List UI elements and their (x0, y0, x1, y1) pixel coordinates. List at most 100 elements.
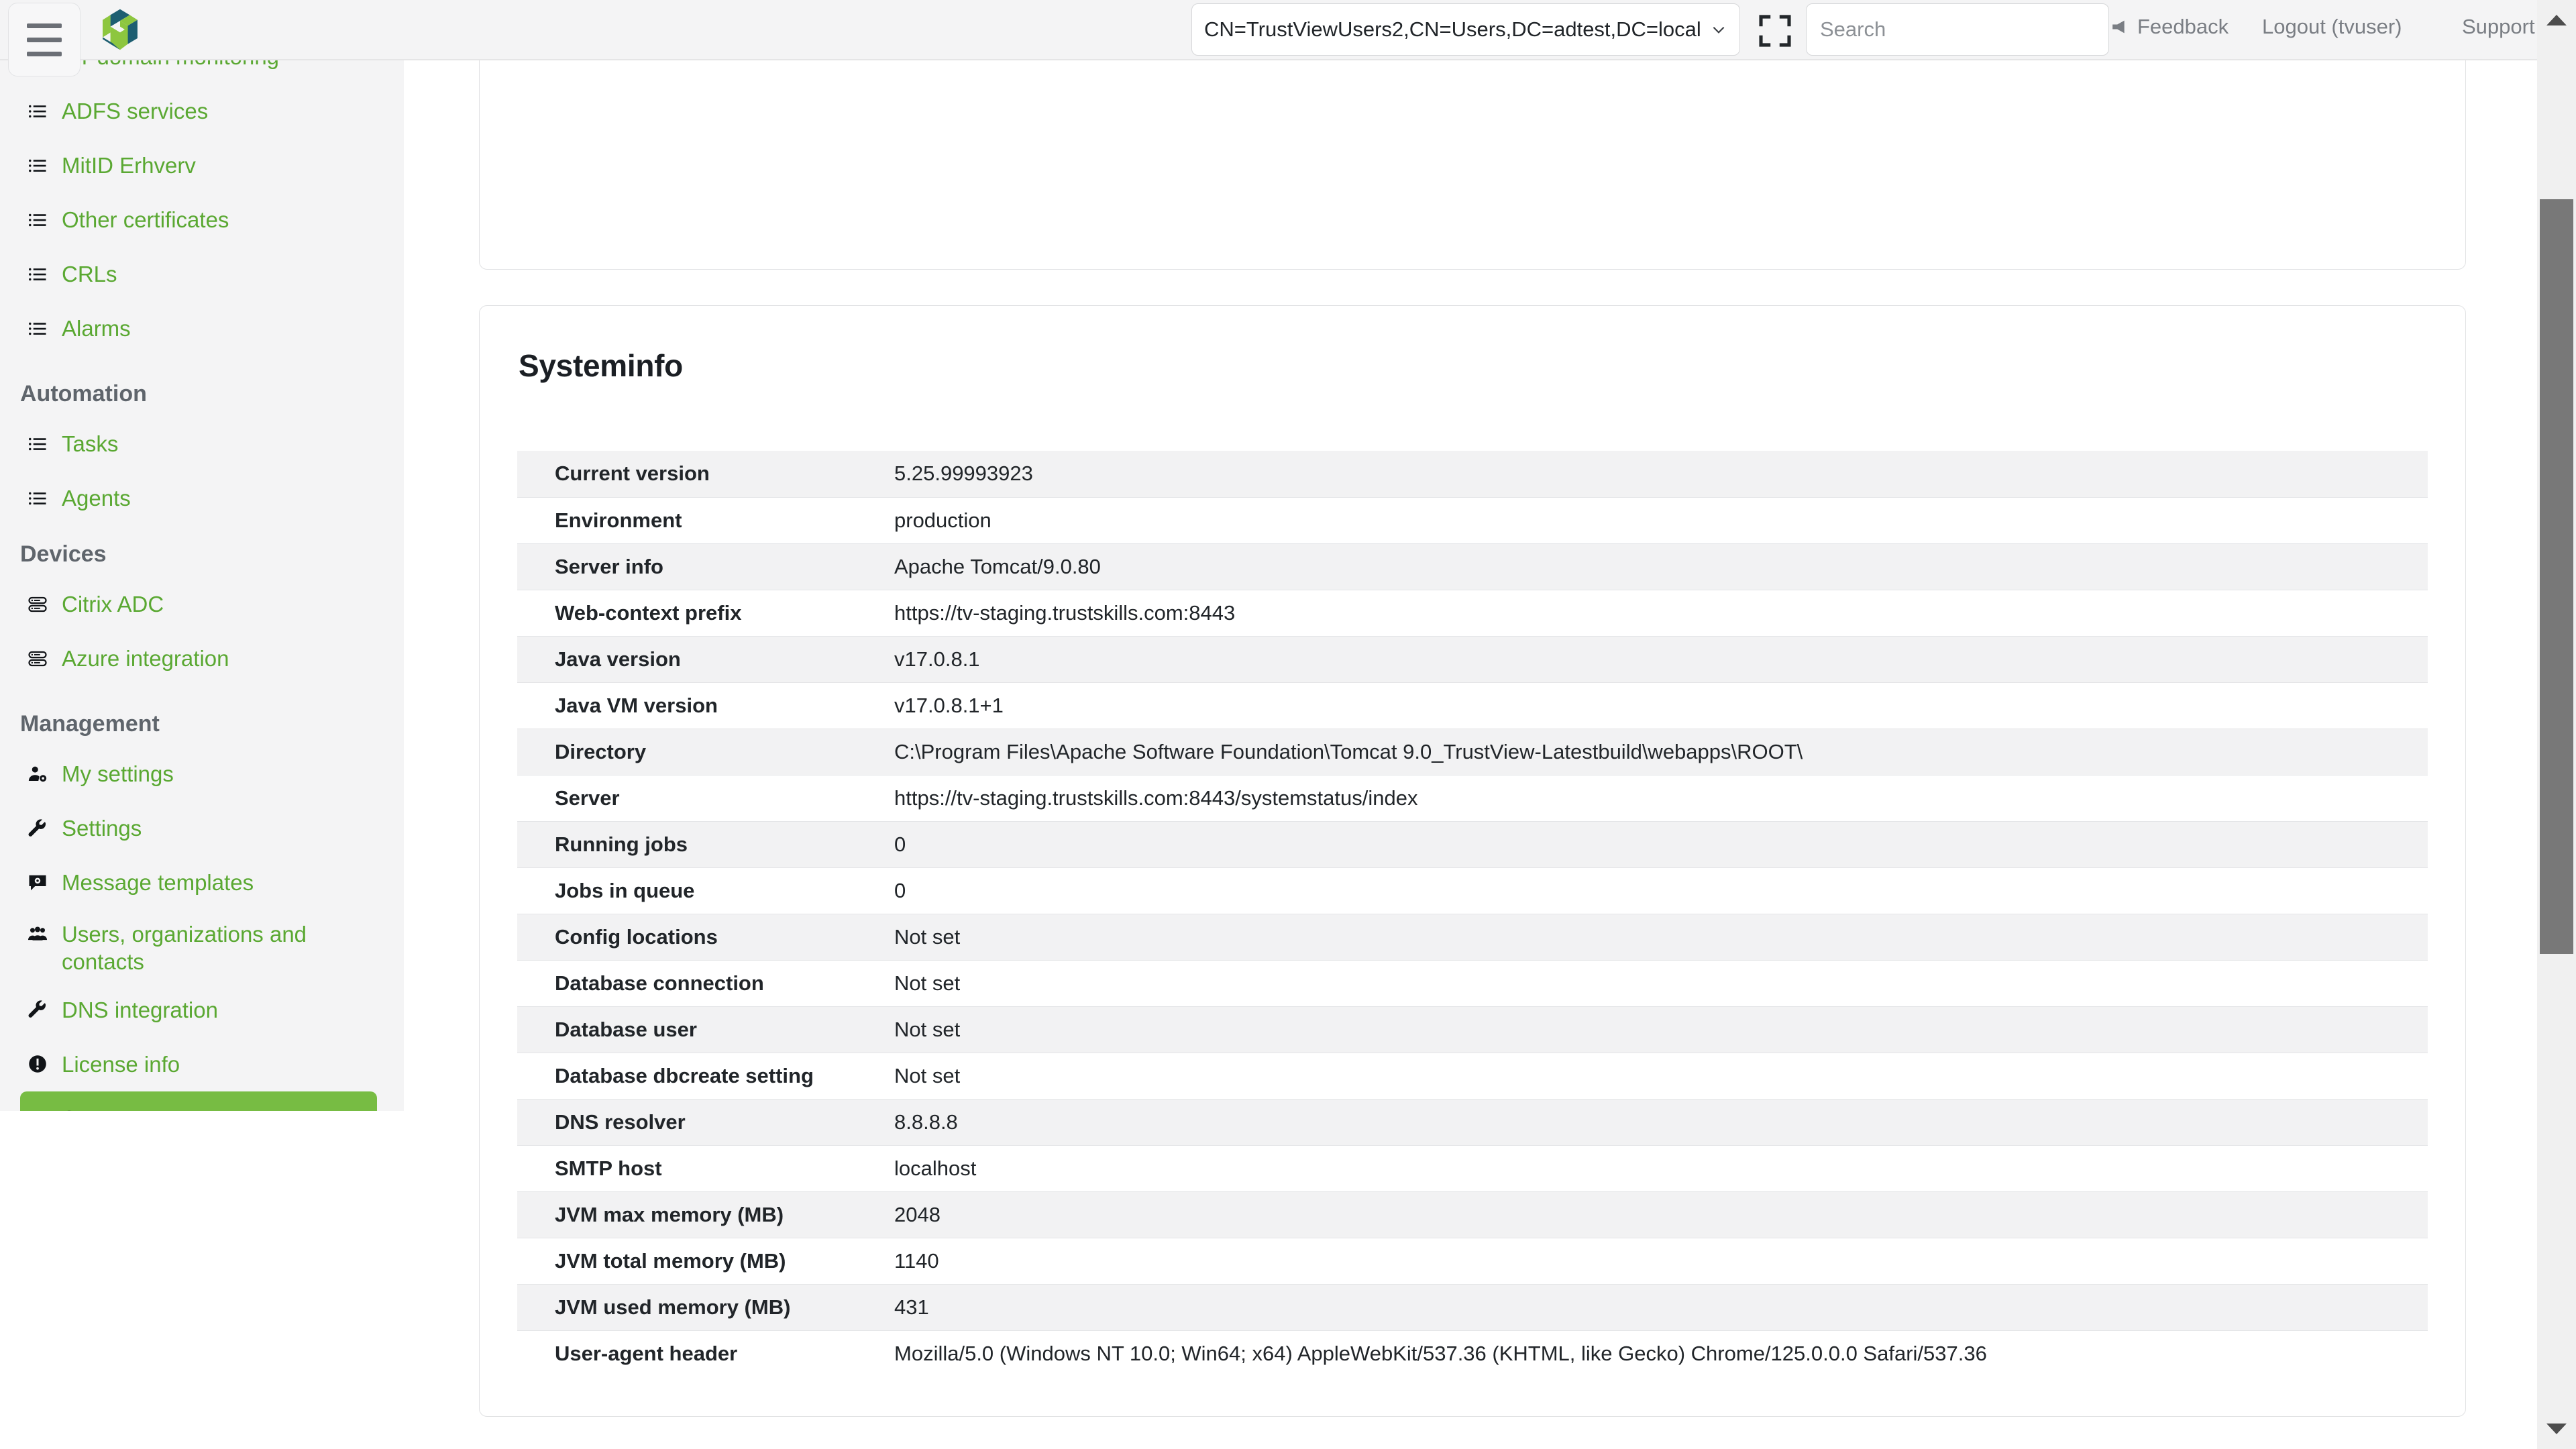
table-row: Current version 5.25.99993923 (517, 451, 2428, 497)
support-label: Support (2462, 15, 2535, 38)
sidebar-item-citrix-adc[interactable]: Citrix ADC (0, 577, 404, 631)
table-row: Java version v17.0.8.1 (517, 635, 2428, 682)
sidebar-item-license-info[interactable]: License info (0, 1037, 404, 1091)
list-icon (25, 417, 50, 471)
fullscreen-expand-icon (1759, 15, 1791, 47)
feedback-label: Feedback (2137, 15, 2229, 38)
wrench-icon (28, 1000, 46, 1018)
systeminfo-value: Not set (894, 1006, 2428, 1053)
sidebar-item-label: Tasks (62, 431, 119, 456)
sidebar-item-systemstatus[interactable]: Systemstatus (20, 1091, 377, 1111)
systeminfo-value: 8.8.8.8 (894, 1098, 2428, 1145)
feedback-link[interactable]: Feedback (2112, 15, 2229, 39)
systeminfo-key: Directory (517, 728, 894, 775)
search-input[interactable] (1806, 3, 2109, 56)
sidebar-group-devices: Devices (20, 541, 107, 567)
comment-gear-icon (25, 855, 50, 910)
sidebar-item-adfs-services[interactable]: ADFS services (0, 84, 404, 138)
sidebar-item-label: Azure integration (62, 646, 229, 671)
systeminfo-key: Web-context prefix (517, 589, 894, 636)
systeminfo-value: 2048 (894, 1191, 2428, 1238)
list-icon (25, 247, 50, 301)
server-icon (28, 651, 47, 666)
vertical-scrollbar[interactable] (2537, 0, 2576, 1449)
server-icon (25, 631, 50, 686)
table-row: JVM total memory (MB) 1140 (517, 1237, 2428, 1284)
table-row: Directory C:\Program Files\Apache Softwar… (517, 728, 2428, 775)
sidebar-item-label: CRLs (62, 262, 117, 286)
systeminfo-value: v17.0.8.1+1 (894, 682, 2428, 729)
systeminfo-value: https://tv-staging.trustskills.com:8443/… (894, 774, 2428, 821)
list-icon (25, 138, 50, 193)
fullscreen-expand-button[interactable] (1756, 12, 1794, 50)
table-row: Database dbcreate setting Not set (517, 1052, 2428, 1099)
sidebar-item-mitid-erhverv[interactable]: MitID Erhverv (0, 138, 404, 193)
list-icon (25, 193, 50, 247)
systeminfo-key: User-agent header (517, 1330, 894, 1377)
systeminfo-value: 1140 (894, 1237, 2428, 1284)
scrollbar-thumb[interactable] (2540, 199, 2573, 954)
list-icon (29, 268, 46, 280)
table-row: Server https://tv-staging.trustskills.com… (517, 774, 2428, 821)
wrench-icon (25, 801, 50, 855)
systeminfo-key: Config locations (517, 913, 894, 960)
systeminfo-value: https://tv-staging.trustskills.com:8443 (894, 589, 2428, 636)
table-row: Database connection Not set (517, 959, 2428, 1006)
user-gear-icon (28, 766, 47, 782)
systeminfo-value: 0 (894, 867, 2428, 914)
logout-label: Logout (tvuser) (2262, 15, 2402, 38)
sidebar-group-management: Management (20, 711, 160, 737)
server-icon (28, 596, 47, 612)
hamburger-icon-bar (27, 51, 62, 56)
table-row: DNS resolver 8.8.8.8 (517, 1098, 2428, 1145)
megaphone-icon (2112, 20, 2125, 34)
top-header-bar: CN=TrustViewUsers2,CN=Users,DC=adtest,DC… (0, 0, 2537, 76)
checklist-icon (28, 1108, 48, 1111)
systeminfo-table: Current version 5.25.99993923 Environment p… (517, 451, 2428, 1377)
scroll-up-arrow-icon[interactable] (2546, 15, 2567, 25)
sidebar-item-crls[interactable]: CRLs (0, 247, 404, 301)
sidebar-item-other-certificates[interactable]: Other certificates (0, 193, 404, 247)
sidebar-item-label: DNS integration (62, 997, 218, 1022)
hamburger-menu-button[interactable] (8, 3, 80, 76)
exclamation-circle-icon (29, 1055, 46, 1073)
comment-gear-icon (29, 875, 46, 890)
systeminfo-key: Server info (517, 543, 894, 590)
systeminfo-key: Database user (517, 1006, 894, 1053)
sidebar-item-label: Other certificates (62, 207, 229, 232)
systeminfo-key: Server (517, 774, 894, 821)
support-link[interactable]: Support (2462, 15, 2535, 39)
systeminfo-key: Jobs in queue (517, 867, 894, 914)
exclamation-circle-icon (25, 1037, 50, 1091)
sidebar-item-tasks[interactable]: Tasks (0, 417, 404, 471)
systeminfo-key: Java version (517, 635, 894, 682)
sidebar-item-settings[interactable]: Settings (0, 801, 404, 855)
systeminfo-key: JVM max memory (MB) (517, 1191, 894, 1238)
trustview-cube-logo (96, 5, 144, 54)
table-row: SMTP host localhost (517, 1144, 2428, 1191)
logout-link[interactable]: Logout (tvuser) (2262, 15, 2402, 39)
sidebar-item-message-templates[interactable]: Message templates (0, 855, 404, 910)
systeminfo-key: JVM total memory (MB) (517, 1237, 894, 1284)
sidebar-item-agents[interactable]: Agents (0, 471, 404, 525)
sidebar-item-azure-integration[interactable]: Azure integration (0, 631, 404, 686)
scroll-down-arrow-icon[interactable] (2546, 1424, 2567, 1434)
sidebar-item-alarms[interactable]: Alarms (0, 301, 404, 356)
sidebar-item-dns-integration[interactable]: DNS integration (0, 983, 404, 1037)
sidebar-item-my-settings[interactable]: My settings (0, 747, 404, 801)
ldap-scope-select[interactable]: CN=TrustViewUsers2,CN=Users,DC=adtest,DC… (1191, 3, 1740, 56)
systeminfo-key: Database dbcreate setting (517, 1052, 894, 1099)
sidebar-item-label: License info (62, 1051, 180, 1077)
sidebar-item-label: MitID Erhverv (62, 153, 196, 178)
table-row: JVM used memory (MB) 431 (517, 1283, 2428, 1330)
table-row: Database user Not set (517, 1006, 2428, 1053)
main-content: Local scannerAvailableCertificate orderi… (404, 0, 2537, 1449)
list-icon (29, 322, 46, 335)
systeminfo-value: 431 (894, 1283, 2428, 1330)
sidebar-item-label: ADFS services (62, 99, 209, 123)
systeminfo-key: Environment (517, 496, 894, 543)
sidebar-item-label: Alarms (62, 316, 131, 341)
sidebar-item-users-organizations-and-contacts[interactable]: Users, organizations and contacts (0, 910, 404, 983)
wrench-icon (28, 818, 46, 837)
